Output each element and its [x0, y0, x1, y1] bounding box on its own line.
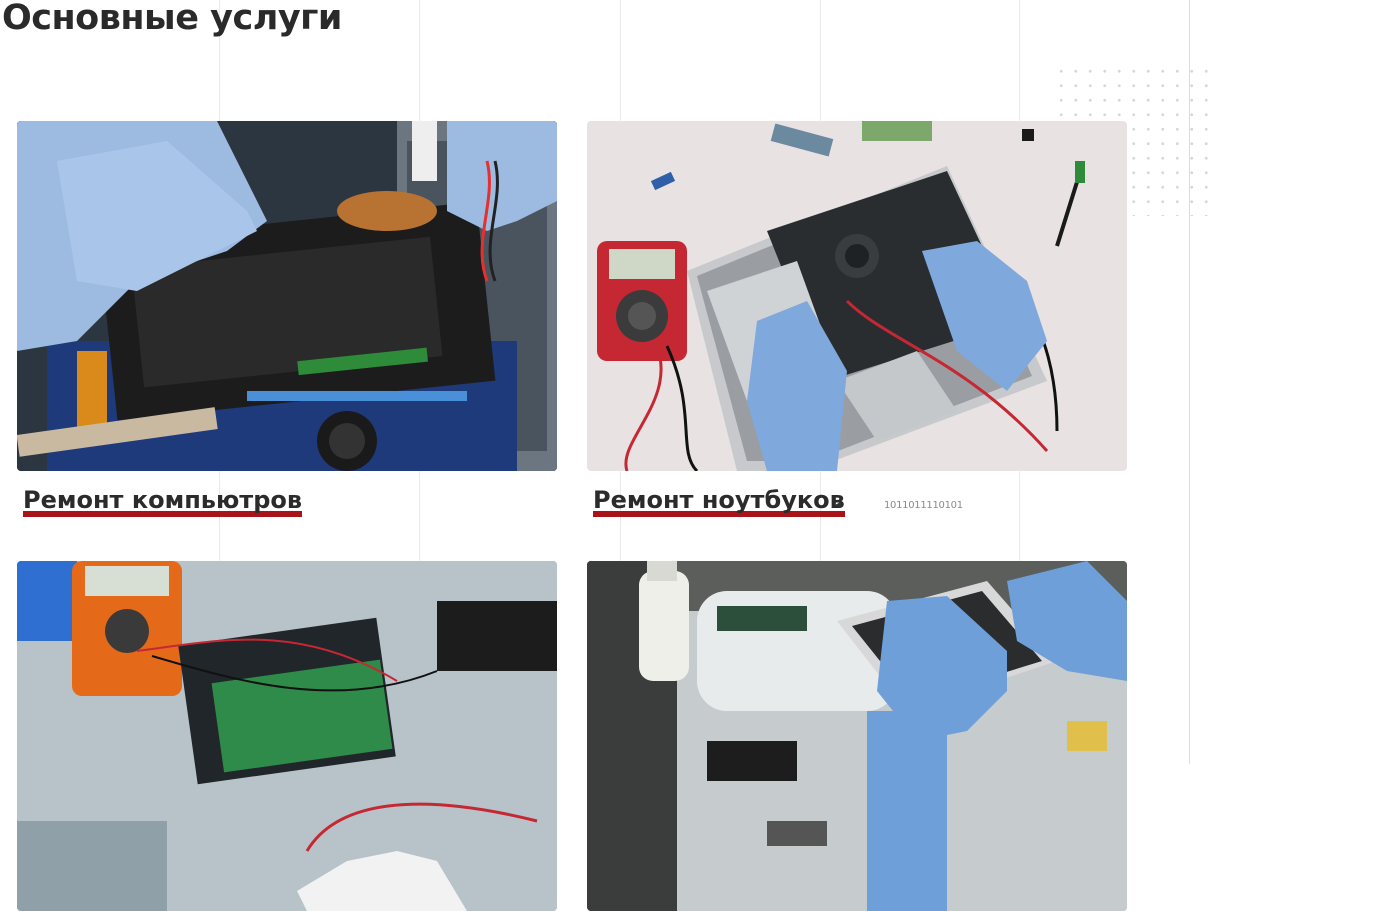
service-card-pc[interactable]: Ремонт компьютров — [17, 121, 557, 517]
caret-left-icon: ◂ — [835, 497, 842, 511]
pc-repair-image — [17, 121, 557, 471]
service-title-laptop[interactable]: Ремонт ноутбуков — [593, 483, 845, 517]
service-title-pc[interactable]: Ремонт компьютров — [23, 483, 303, 517]
service-card-phone[interactable] — [587, 561, 1127, 911]
tv-repair-photo[interactable] — [17, 561, 557, 911]
laptop-repair-image — [587, 121, 1127, 471]
phone-repair-photo[interactable] — [587, 561, 1127, 911]
section-title: Основные услуги — [2, 0, 342, 38]
pc-repair-photo[interactable] — [17, 121, 557, 471]
service-card-tv[interactable] — [17, 561, 557, 911]
service-card-laptop[interactable]: Ремонт ноутбуков — [587, 121, 1127, 517]
phone-repair-image — [587, 561, 1127, 911]
tv-repair-image — [17, 561, 557, 911]
laptop-repair-photo[interactable] — [587, 121, 1127, 471]
binary-decoration: 1011011110101 — [884, 500, 963, 511]
